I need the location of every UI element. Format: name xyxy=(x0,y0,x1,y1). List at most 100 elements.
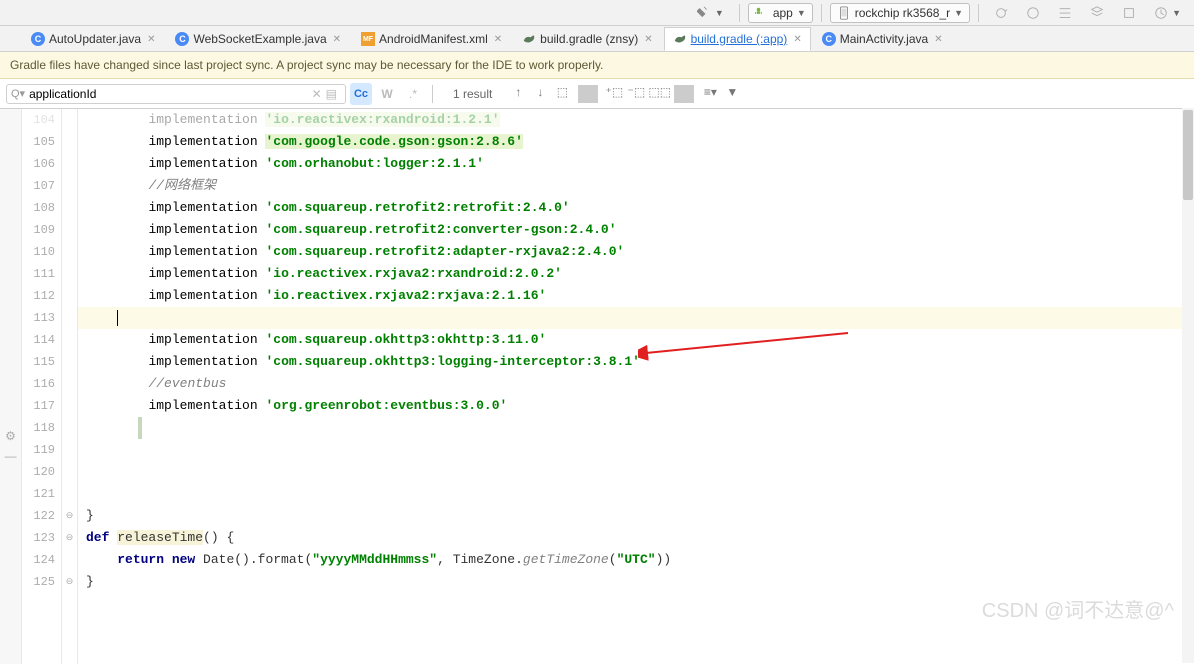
line-number: 106 xyxy=(22,153,61,175)
code-line[interactable]: implementation 'com.squareup.okhttp3:okh… xyxy=(78,329,1194,351)
code-line[interactable] xyxy=(78,307,1194,329)
find-input-wrap[interactable]: Q▾ ✕ ▤ xyxy=(6,84,346,104)
line-number: 120 xyxy=(22,461,61,483)
close-tab-icon[interactable]: ✕ xyxy=(793,34,801,45)
fold-marker xyxy=(62,461,77,483)
close-tab-icon[interactable]: ✕ xyxy=(147,34,155,45)
select-all-occ-icon[interactable]: ⬚⬚ xyxy=(648,85,668,103)
regex-icon[interactable]: .* xyxy=(402,83,424,105)
fold-marker xyxy=(62,329,77,351)
fold-marker xyxy=(62,395,77,417)
layers-icon[interactable] xyxy=(1083,3,1111,23)
line-number: 121 xyxy=(22,483,61,505)
code-line[interactable] xyxy=(78,461,1194,483)
sync-notice: Gradle files have changed since last pro… xyxy=(0,52,1194,79)
fold-marker xyxy=(62,373,77,395)
run-config-label: app xyxy=(773,6,793,20)
code-line[interactable]: implementation 'com.squareup.retrofit2:r… xyxy=(78,197,1194,219)
code-line[interactable]: implementation 'com.squareup.retrofit2:c… xyxy=(78,219,1194,241)
remove-selection-icon[interactable]: ⁻⬚ xyxy=(626,85,646,103)
code-line[interactable]: implementation 'org.greenrobot:eventbus:… xyxy=(78,395,1194,417)
change-marker xyxy=(138,417,142,439)
stop-icon[interactable] xyxy=(1019,3,1047,23)
add-selection-icon[interactable]: ⁺⬚ xyxy=(604,85,624,103)
tab-label: AutoUpdater.java xyxy=(49,32,141,46)
clear-find-icon[interactable]: ✕ xyxy=(312,87,322,101)
fold-marker xyxy=(62,109,77,131)
tab-build-gradle-znsy-[interactable]: build.gradle (znsy) ✕ xyxy=(513,27,661,51)
code-line[interactable]: } xyxy=(78,571,1194,593)
code-line[interactable]: implementation 'com.squareup.retrofit2:a… xyxy=(78,241,1194,263)
tab-mainactivity-java[interactable]: CMainActivity.java✕ xyxy=(813,27,952,51)
find-input[interactable] xyxy=(29,87,312,101)
vertical-scrollbar[interactable] xyxy=(1182,108,1194,663)
tab-websocketexample-java[interactable]: CWebSocketExample.java✕ xyxy=(166,27,350,51)
select-all-icon[interactable]: ⬚ xyxy=(552,85,572,103)
code-line[interactable]: //eventbus xyxy=(78,373,1194,395)
fold-marker xyxy=(62,263,77,285)
gear-icon[interactable]: ⚙ xyxy=(5,429,16,443)
line-number: 119 xyxy=(22,439,61,461)
line-number: 112 xyxy=(22,285,61,307)
line-number: 111 xyxy=(22,263,61,285)
manifest-icon: MF xyxy=(361,32,375,46)
build-icon[interactable]: ▼ xyxy=(690,3,731,23)
tab-label: build.gradle (:app) xyxy=(691,32,788,46)
result-count: 1 result xyxy=(453,87,492,101)
fold-gutter: ⊖⊖⊖ xyxy=(62,109,78,664)
close-tab-icon[interactable]: ✕ xyxy=(644,34,652,45)
match-case-icon[interactable]: Cc xyxy=(350,83,372,105)
code-editor[interactable]: implementation 'io.reactivex:rxandroid:1… xyxy=(78,109,1194,664)
editor-tabs: CAutoUpdater.java✕CWebSocketExample.java… xyxy=(0,26,1194,52)
next-match-icon[interactable]: ↓ xyxy=(530,85,550,103)
fold-marker xyxy=(62,285,77,307)
clock-icon[interactable]: ▼ xyxy=(1147,3,1188,23)
code-line[interactable]: def releaseTime() { xyxy=(78,527,1194,549)
close-tab-icon[interactable]: ✕ xyxy=(934,34,942,45)
whole-word-icon[interactable]: W xyxy=(376,83,398,105)
fold-marker xyxy=(62,549,77,571)
code-line[interactable]: implementation 'io.reactivex.rxjava2:rxj… xyxy=(78,285,1194,307)
code-line[interactable]: implementation 'com.orhanobut:logger:2.1… xyxy=(78,153,1194,175)
fold-marker[interactable]: ⊖ xyxy=(62,571,77,593)
fold-marker xyxy=(62,197,77,219)
code-line[interactable]: implementation 'io.reactivex:rxandroid:1… xyxy=(78,109,1194,131)
prev-match-icon[interactable]: ↑ xyxy=(508,85,528,103)
code-line[interactable] xyxy=(78,417,1194,439)
tab-build-gradle-app-[interactable]: build.gradle (:app) ✕ xyxy=(664,27,811,51)
history-icon[interactable]: ▤ xyxy=(326,87,337,101)
collapse-icon[interactable]: — xyxy=(5,449,17,463)
code-line[interactable]: implementation 'com.squareup.okhttp3:log… xyxy=(78,351,1194,373)
line-number: 113 xyxy=(22,307,61,329)
tab-autoupdater-java[interactable]: CAutoUpdater.java✕ xyxy=(22,27,164,51)
run-config-selector[interactable]: app ▼ xyxy=(748,3,813,23)
tab-androidmanifest-xml[interactable]: MF AndroidManifest.xml ✕ xyxy=(352,27,511,51)
left-tool-gutter: ⚙ — xyxy=(0,109,22,664)
device-selector[interactable]: rockchip rk3568_r ▼ xyxy=(830,3,970,23)
list-icon[interactable] xyxy=(1051,3,1079,23)
code-line[interactable] xyxy=(78,483,1194,505)
code-line[interactable] xyxy=(78,439,1194,461)
line-number: 105 xyxy=(22,131,61,153)
watermark: CSDN @词不达意@^ xyxy=(982,594,1174,623)
close-tab-icon[interactable]: ✕ xyxy=(333,34,341,45)
filter-icon-1[interactable]: ≡▾ xyxy=(700,85,720,103)
fold-marker[interactable]: ⊖ xyxy=(62,527,77,549)
fold-marker xyxy=(62,351,77,373)
box-icon[interactable] xyxy=(1115,3,1143,23)
code-line[interactable]: implementation 'com.google.code.gson:gso… xyxy=(78,131,1194,153)
sync-icon[interactable] xyxy=(987,3,1015,23)
filter-icon-2[interactable]: ▼ xyxy=(722,85,742,103)
code-line[interactable]: return new Date().format("yyyyMMddHHmmss… xyxy=(78,549,1194,571)
tab-label: AndroidManifest.xml xyxy=(379,32,488,46)
code-line[interactable]: implementation 'io.reactivex.rxjava2:rxa… xyxy=(78,263,1194,285)
line-number: 124 xyxy=(22,549,61,571)
fold-marker xyxy=(62,175,77,197)
scrollbar-thumb[interactable] xyxy=(1183,110,1193,200)
code-line[interactable]: } xyxy=(78,505,1194,527)
close-tab-icon[interactable]: ✕ xyxy=(494,34,502,45)
line-number: 117 xyxy=(22,395,61,417)
fold-marker[interactable]: ⊖ xyxy=(62,505,77,527)
tab-label: build.gradle (znsy) xyxy=(540,32,638,46)
code-line[interactable]: //网络框架 xyxy=(78,175,1194,197)
